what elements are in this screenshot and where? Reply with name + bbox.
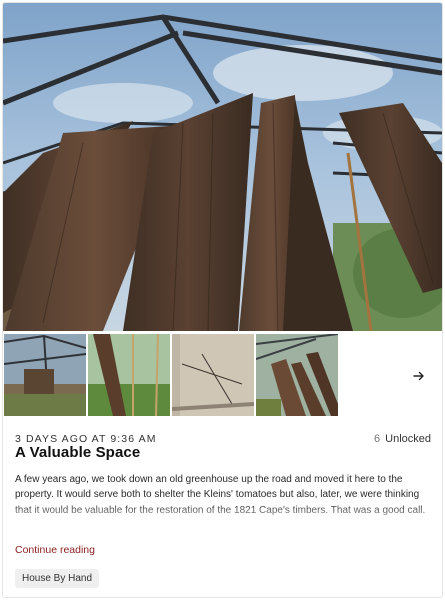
post-card: 3 DAYS AGO AT 9:36 AM 6 Unlocked A Valua…: [2, 2, 443, 598]
post-title[interactable]: A Valuable Space: [15, 444, 140, 461]
post-excerpt-container: A few years ago, we took down an old gre…: [15, 472, 433, 530]
excerpt-fade: [15, 502, 433, 530]
post-tag[interactable]: House By Hand: [15, 569, 100, 588]
arrow-right-icon: [413, 371, 424, 381]
next-arrow-button[interactable]: [407, 364, 431, 388]
thumbnail-strip: [3, 334, 442, 418]
unlocked-label: Unlocked: [385, 433, 431, 445]
thumbnail-3[interactable]: [172, 334, 254, 416]
unlocked-status: 6 Unlocked: [374, 433, 431, 445]
thumbnail-1[interactable]: [4, 334, 86, 416]
hero-image[interactable]: [3, 3, 442, 331]
continue-reading-link[interactable]: Continue reading: [15, 544, 95, 556]
unlocked-count: 6: [374, 433, 381, 445]
thumbnail-4[interactable]: [256, 334, 338, 416]
thumbnail-2[interactable]: [88, 334, 170, 416]
